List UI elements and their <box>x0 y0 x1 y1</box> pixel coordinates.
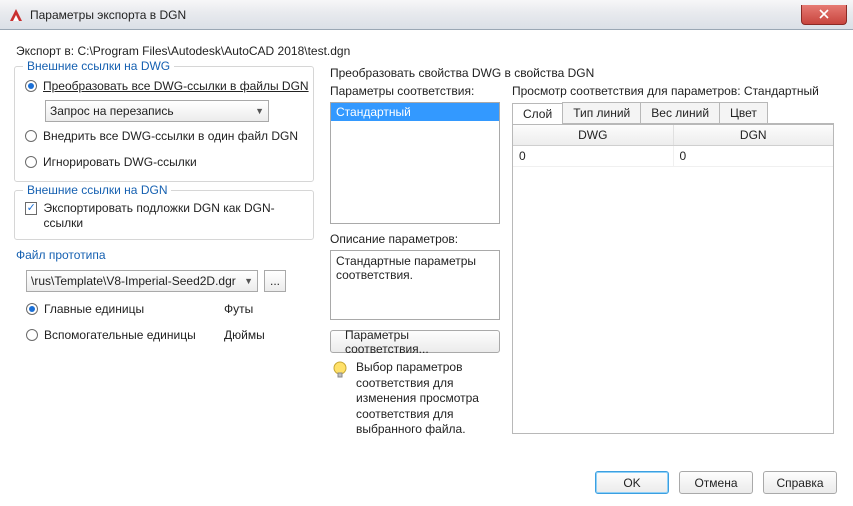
group-dwg-refs: Внешние ссылки на DWG Преобразовать все … <box>14 66 314 182</box>
window-title: Параметры экспорта в DGN <box>30 8 801 22</box>
radio-icon <box>25 156 37 168</box>
radio-icon <box>26 303 38 315</box>
seedfile-combo-value: \rus\Template\V8-Imperial-Seed2D.dgr <box>31 274 236 288</box>
group-dgn-refs: Внешние ссылки на DGN Экспортировать под… <box>14 190 314 240</box>
export-path: Экспорт в: C:\Program Files\Autodesk\Aut… <box>16 44 839 58</box>
cell-dwg: 0 <box>513 146 674 166</box>
group-dwg-refs-legend: Внешние ссылки на DWG <box>23 59 174 73</box>
preview-tabs: Слой Тип линий Вес линий Цвет <box>512 102 834 124</box>
mapping-setup-item[interactable]: Стандартный <box>331 103 499 121</box>
seedfile-browse-label: ... <box>270 274 280 288</box>
radio-translate-label: Преобразовать все DWG-ссылки в файлы DGN <box>43 79 309 93</box>
radio-sub-units[interactable]: Вспомогательные единицы <box>26 328 196 342</box>
radio-ignore-label: Игнорировать DWG-ссылки <box>43 155 197 169</box>
preview-label-prefix: Просмотр соответствия для параметров: <box>512 84 744 98</box>
export-path-prefix: Экспорт в: <box>16 44 77 58</box>
seedfile-legend: Файл прототипа <box>16 248 106 262</box>
close-button[interactable] <box>801 5 847 25</box>
cancel-button[interactable]: Отмена <box>679 471 753 494</box>
app-icon <box>8 7 24 23</box>
cell-dgn: 0 <box>674 146 834 166</box>
help-label: Справка <box>776 476 823 490</box>
master-unit-value: Футы <box>224 302 253 316</box>
preview-table: DWG DGN 0 0 <box>512 124 834 434</box>
radio-master-units[interactable]: Главные единицы <box>26 302 144 316</box>
radio-master-label: Главные единицы <box>44 302 144 316</box>
mapping-desc-label: Описание параметров: <box>330 232 458 246</box>
seedfile-combo[interactable]: \rus\Template\V8-Imperial-Seed2D.dgr ▼ <box>26 270 258 292</box>
radio-ignore-dwg[interactable]: Игнорировать DWG-ссылки <box>25 155 197 169</box>
help-button[interactable]: Справка <box>763 471 837 494</box>
lightbulb-icon <box>330 360 350 380</box>
mapping-setups-label: Параметры соответствия: <box>330 84 474 98</box>
radio-bind-dwg[interactable]: Внедрить все DWG-ссылки в один файл DGN <box>25 129 298 143</box>
tab-lineweight[interactable]: Вес линий <box>640 102 720 123</box>
ok-button[interactable]: OK <box>595 471 669 494</box>
radio-icon <box>26 329 38 341</box>
export-path-value: C:\Program Files\Autodesk\AutoCAD 2018\t… <box>77 44 350 58</box>
mapping-heading: Преобразовать свойства DWG в свойства DG… <box>330 66 594 80</box>
group-seedfile: Файл прототипа \rus\Template\V8-Imperial… <box>14 248 314 352</box>
cancel-label: Отмена <box>694 476 737 490</box>
sub-unit-value: Дюймы <box>224 328 265 342</box>
seedfile-browse-button[interactable]: ... <box>264 270 286 292</box>
tab-color[interactable]: Цвет <box>719 102 768 123</box>
mapping-hint-text: Выбор параметров соответствия для измене… <box>356 360 500 438</box>
radio-translate-dwg[interactable]: Преобразовать все DWG-ссылки в файлы DGN <box>25 79 309 93</box>
chevron-down-icon: ▼ <box>255 106 264 116</box>
checkbox-icon <box>25 202 37 215</box>
preview-label-suffix: Стандартный <box>744 84 819 98</box>
col-dgn[interactable]: DGN <box>674 125 834 145</box>
overwrite-combo[interactable]: Запрос на перезапись ▼ <box>45 100 269 122</box>
radio-bind-label: Внедрить все DWG-ссылки в один файл DGN <box>43 129 298 143</box>
tab-layer[interactable]: Слой <box>512 103 563 124</box>
radio-icon <box>25 80 37 92</box>
mapping-hint-row: Выбор параметров соответствия для измене… <box>330 360 500 438</box>
checkbox-export-dgn-label: Экспортировать подложки DGN как DGN-ссыл… <box>43 201 301 231</box>
col-dwg[interactable]: DWG <box>513 125 674 145</box>
preview-table-header: DWG DGN <box>513 125 833 146</box>
titlebar: Параметры экспорта в DGN <box>0 0 853 30</box>
overwrite-combo-value: Запрос на перезапись <box>50 104 174 118</box>
tab-linetype[interactable]: Тип линий <box>562 102 641 123</box>
table-row[interactable]: 0 0 <box>513 146 833 167</box>
ok-label: OK <box>623 476 640 490</box>
group-dgn-refs-legend: Внешние ссылки на DGN <box>23 183 171 197</box>
checkbox-export-dgn-underlays[interactable]: Экспортировать подложки DGN как DGN-ссыл… <box>25 201 301 231</box>
chevron-down-icon: ▼ <box>244 276 253 286</box>
mapping-setups-button[interactable]: Параметры соответствия... <box>330 330 500 353</box>
radio-sub-label: Вспомогательные единицы <box>44 328 196 342</box>
mapping-desc-text: Стандартные параметры соответствия. <box>330 250 500 320</box>
dialog-buttons: OK Отмена Справка <box>595 471 837 494</box>
mapping-setups-button-label: Параметры соответствия... <box>345 328 485 356</box>
radio-icon <box>25 130 37 142</box>
preview-label: Просмотр соответствия для параметров: Ст… <box>512 84 819 98</box>
mapping-setups-list[interactable]: Стандартный <box>330 102 500 224</box>
